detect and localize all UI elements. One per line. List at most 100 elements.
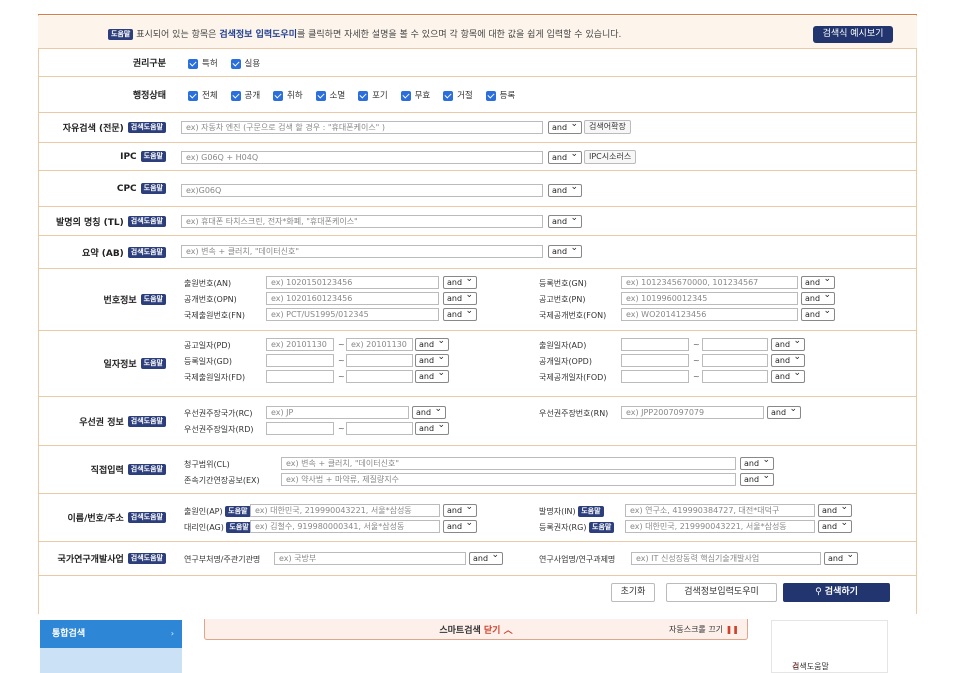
abstract-op-select[interactable]: and <box>548 243 582 258</box>
opd-to-input[interactable] <box>702 354 768 367</box>
applicant-op[interactable]: and <box>443 502 477 517</box>
abstract-input[interactable]: ex) 변속 + 클러치, "데이터신호" <box>181 245 543 258</box>
ministry-input[interactable]: ex) 국방부 <box>274 552 466 565</box>
extension-op[interactable]: and <box>740 471 774 486</box>
example-search-button[interactable]: 검색식 예시보기 <box>813 26 893 43</box>
application-number-op[interactable]: and <box>443 274 477 289</box>
free-search-input[interactable]: ex) 자동차 엔진 (구문으로 검색 할 경우 : "휴대폰케이스" ) <box>181 121 543 134</box>
registration-number-input[interactable]: ex) 1012345670000, 101234567 <box>621 276 798 289</box>
agent-input[interactable]: ex) 김철수, 919980000341, 서울*삼성동 <box>250 520 440 533</box>
help-badge[interactable]: 도움말 <box>140 358 166 369</box>
priority-number-op[interactable]: and <box>767 404 801 419</box>
inventor-input[interactable]: ex) 연구소, 419990384727, 대전*대덕구 <box>625 504 815 517</box>
assist-badge[interactable]: 검색도움말 <box>127 415 166 427</box>
opd-op[interactable]: and <box>771 352 805 367</box>
cpc-input[interactable]: ex)G06Q <box>181 184 543 197</box>
priority-date-op[interactable]: and <box>415 420 449 435</box>
assist-badge[interactable]: 검색도움말 <box>127 512 166 523</box>
help-badge[interactable]: 도움말 <box>578 506 604 517</box>
integrated-search-tab[interactable]: 통합검색 › <box>40 620 182 648</box>
assist-badge[interactable]: 검색도움말 <box>127 553 166 564</box>
assist-badge[interactable]: 검색도움말 <box>127 464 166 475</box>
help-badge[interactable]: 도움말 <box>140 151 166 162</box>
priority-country-op[interactable]: and <box>412 404 446 419</box>
priority-date-from-input[interactable] <box>266 422 334 435</box>
project-op[interactable]: and <box>824 550 858 565</box>
search-helper-button[interactable]: 검색정보입력도우미 <box>666 583 777 602</box>
ipc-op-select[interactable]: and <box>548 149 582 164</box>
checkbox-status-withdraw[interactable]: 취하 <box>273 89 303 101</box>
fd-to-input[interactable] <box>346 370 413 383</box>
fd-op[interactable]: and <box>415 368 449 383</box>
help-badge[interactable]: 도움말 <box>226 522 252 533</box>
help-badge[interactable]: 도움말 <box>140 183 166 194</box>
title-op-select[interactable]: and <box>548 213 582 228</box>
ipc-thesaurus-button[interactable]: IPC시소러스 <box>584 150 637 164</box>
help-badge[interactable]: 도움말 <box>140 294 166 305</box>
ministry-op[interactable]: and <box>469 550 503 565</box>
extension-input[interactable]: ex) 약사법 + 마약류, 제질량지수 <box>281 473 736 486</box>
announcement-number-op[interactable]: and <box>801 290 835 305</box>
ad-from-input[interactable] <box>621 338 689 351</box>
application-number-input[interactable]: ex) 1020150123456 <box>266 276 439 289</box>
intl-application-number-input[interactable]: ex) PCT/US1995/012345 <box>266 308 439 321</box>
inventor-op[interactable]: and <box>818 502 852 517</box>
assist-badge[interactable]: 검색도움말 <box>127 122 166 133</box>
reset-button[interactable]: 초기화 <box>611 583 655 602</box>
claims-input[interactable]: ex) 변속 + 클러치, "데이터신호" <box>281 457 736 470</box>
priority-country-input[interactable]: ex) JP <box>266 406 409 419</box>
applicant-input[interactable]: ex) 대한민국, 219990043221, 서울*삼성동 <box>250 504 440 517</box>
checkbox-status-extinct[interactable]: 소멸 <box>315 89 345 101</box>
smart-close-label[interactable]: 닫기 <box>484 626 501 636</box>
free-search-op-select[interactable]: and <box>548 119 582 134</box>
expand-keyword-button[interactable]: 검색어확장 <box>584 120 631 134</box>
pd-from-input[interactable]: ex) 20101130 <box>266 338 334 351</box>
checkbox-status-all[interactable]: 전체 <box>188 89 218 101</box>
opd-from-input[interactable] <box>621 354 689 367</box>
registration-number-op[interactable]: and <box>801 274 835 289</box>
checkbox-utility[interactable]: 실용 <box>230 57 260 69</box>
priority-number-input[interactable]: ex) JPP2007097079 <box>621 406 764 419</box>
search-button[interactable]: ⚲ 검색하기 <box>783 583 890 602</box>
announcement-number-input[interactable]: ex) 1019960012345 <box>621 292 798 305</box>
fod-from-input[interactable] <box>621 370 689 383</box>
agent-op[interactable]: and <box>443 518 477 533</box>
project-input[interactable]: ex) IT 신성장동력 핵심기술개발사업 <box>631 552 821 565</box>
help-badge[interactable]: 도움말 <box>225 506 251 517</box>
intl-publication-number-op[interactable]: and <box>801 306 835 321</box>
gd-to-input[interactable] <box>346 354 413 367</box>
smart-search-bar[interactable]: 스마트검색 닫기 ︿ 자동스크롤 끄기 ❚❚ <box>204 619 748 640</box>
checkbox-status-abandon[interactable]: 포기 <box>358 89 388 101</box>
ad-to-input[interactable] <box>702 338 768 351</box>
gd-from-input[interactable] <box>266 354 334 367</box>
field-label: 연구부처명/주관기관명 <box>184 555 261 564</box>
ad-op[interactable]: and <box>771 336 805 351</box>
owner-input[interactable]: ex) 대한민국, 219990043221, 서울*삼성동 <box>625 520 815 533</box>
pd-to-input[interactable]: ex) 20101130 <box>346 338 413 351</box>
checkbox-status-open[interactable]: 공개 <box>230 89 260 101</box>
checkbox-patent[interactable]: 특허 <box>188 57 218 69</box>
intl-application-number-op[interactable]: and <box>443 306 477 321</box>
fd-from-input[interactable] <box>266 370 334 383</box>
assist-badge[interactable]: 검색도움말 <box>127 246 166 258</box>
ipc-input[interactable]: ex) G06Q + H04Q <box>181 151 543 164</box>
owner-op[interactable]: and <box>818 518 852 533</box>
fod-op[interactable]: and <box>771 368 805 383</box>
cpc-op-select[interactable]: and <box>548 182 582 197</box>
checkbox-status-reject[interactable]: 거절 <box>443 89 473 101</box>
assist-badge[interactable]: 검색도움말 <box>127 215 166 227</box>
gd-op[interactable]: and <box>415 352 449 367</box>
publication-number-op[interactable]: and <box>443 290 477 305</box>
help-badge[interactable]: 도움말 <box>589 522 615 533</box>
publication-number-input[interactable]: ex) 1020160123456 <box>266 292 439 305</box>
intl-publication-number-input[interactable]: ex) WO2014123456 <box>621 308 798 321</box>
title-input[interactable]: ex) 휴대폰 타치스크린, 전자*화폐, "휴대폰케이스" <box>181 215 543 228</box>
search-help-link[interactable]: 검색도움말 <box>792 661 829 672</box>
pd-op[interactable]: and <box>415 336 449 351</box>
priority-date-to-input[interactable] <box>346 422 413 435</box>
checkbox-status-invalid[interactable]: 무효 <box>400 89 430 101</box>
claims-op[interactable]: and <box>740 455 774 470</box>
fod-to-input[interactable] <box>702 370 768 383</box>
auto-scroll-toggle[interactable]: 자동스크롤 끄기 ❚❚ <box>669 624 739 635</box>
checkbox-status-register[interactable]: 등록 <box>485 89 515 101</box>
